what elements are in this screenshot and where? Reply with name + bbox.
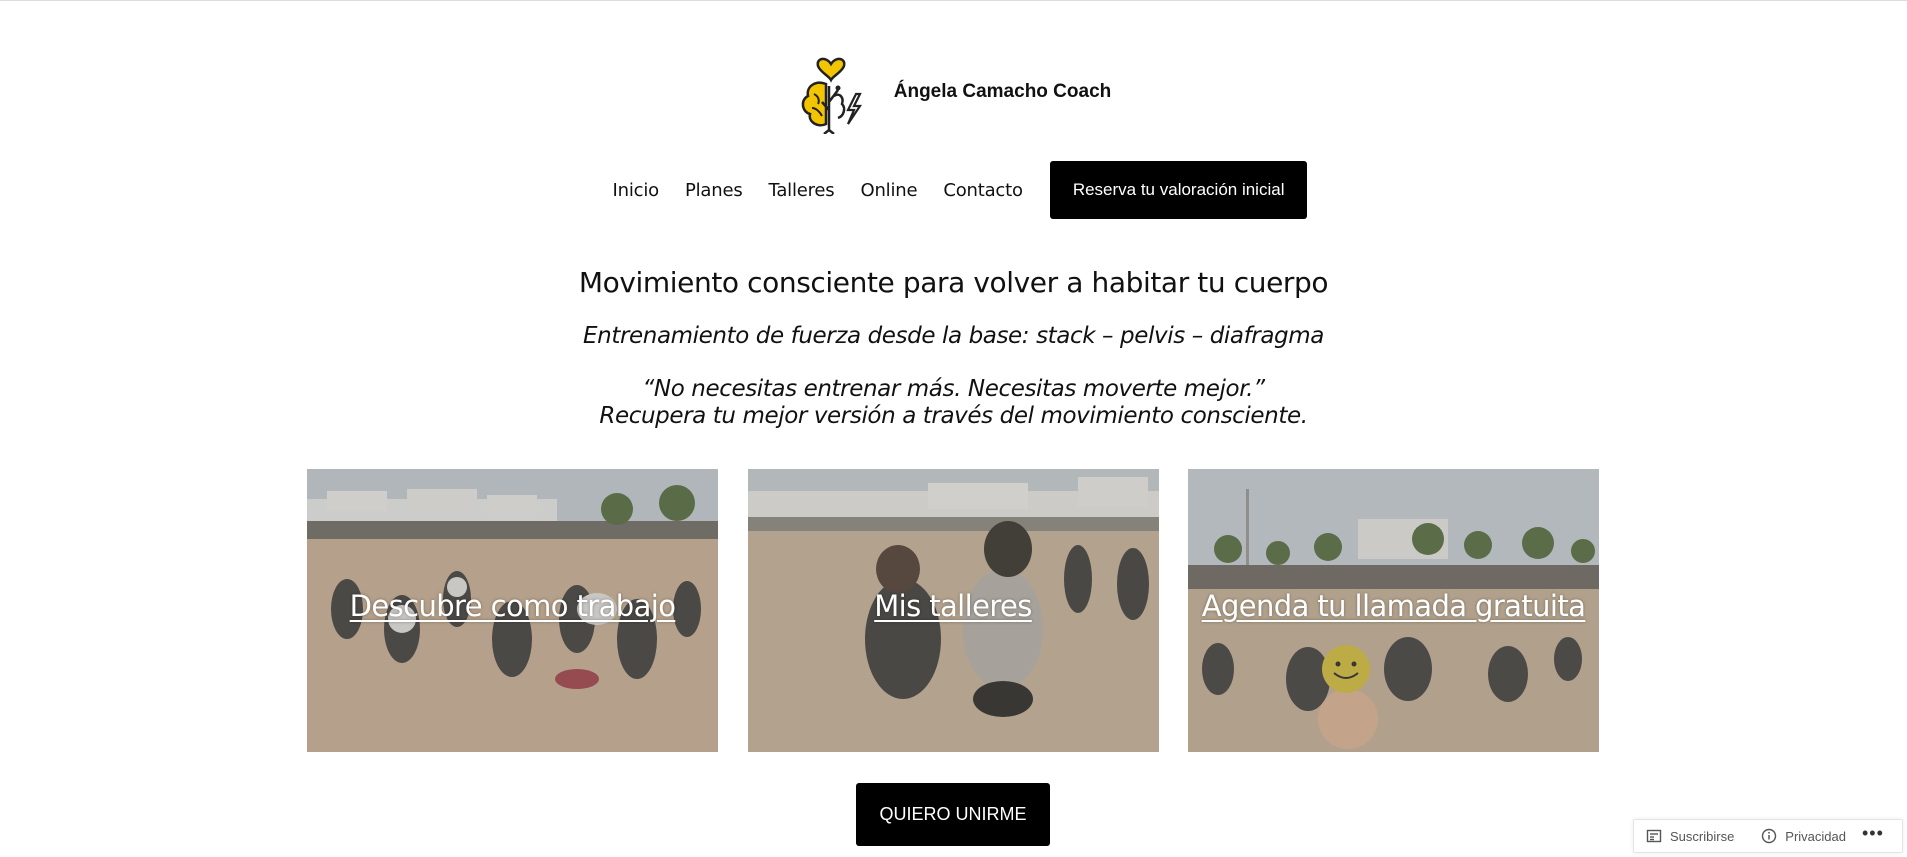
- nav-item-talleres[interactable]: Talleres: [769, 180, 835, 201]
- hero-heading: Movimiento consciente para volver a habi…: [578, 266, 1329, 299]
- nav-item-inicio[interactable]: Inicio: [613, 180, 660, 201]
- site-title[interactable]: Ángela Camacho Coach: [894, 81, 1112, 103]
- reader-icon: [1646, 829, 1662, 843]
- info-icon: [1762, 828, 1777, 844]
- card-descubre[interactable]: Descubre como trabajo: [307, 469, 718, 752]
- subscribe-label: Suscribirse: [1670, 828, 1735, 844]
- nav-item-online[interactable]: Online: [860, 180, 917, 201]
- hero-quote-line-2: Recupera tu mejor versión a través del m…: [599, 403, 1308, 429]
- card-link-talleres[interactable]: Mis talleres: [748, 589, 1159, 623]
- floating-action-bar: Suscribirse Privacidad •••: [1633, 819, 1903, 853]
- join-button[interactable]: QUIERO UNIRME: [856, 783, 1050, 846]
- brain-heart-logo-icon[interactable]: [796, 50, 866, 134]
- hero-section: Movimiento consciente para volver a habi…: [0, 262, 1907, 430]
- subscribe-button[interactable]: Suscribirse: [1646, 828, 1734, 844]
- privacy-button[interactable]: Privacidad: [1761, 828, 1846, 844]
- nav-item-planes[interactable]: Planes: [685, 180, 743, 201]
- top-border: [0, 0, 1907, 1]
- feature-cards: Descubre como trabajo Mis talleres Agend…: [307, 469, 1599, 752]
- card-link-descubre[interactable]: Descubre como trabajo: [307, 589, 718, 623]
- privacy-label: Privacidad: [1785, 828, 1846, 844]
- card-talleres[interactable]: Mis talleres: [747, 469, 1159, 752]
- hero-quote-line-1: “No necesitas entrenar más. Necesitas mo…: [642, 376, 1265, 402]
- page: Ángela Camacho Coach Inicio Planes Talle…: [0, 0, 1907, 857]
- site-header: Ángela Camacho Coach: [0, 50, 1907, 134]
- card-link-llamada[interactable]: Agenda tu llamada gratuita: [1188, 589, 1599, 623]
- book-assessment-button[interactable]: Reserva tu valoración inicial: [1049, 161, 1308, 219]
- hero-quote: “No necesitas entrenar más. Necesitas mo…: [0, 376, 1907, 430]
- more-options-icon[interactable]: •••: [1862, 824, 1884, 844]
- main-nav: Inicio Planes Talleres Online Contacto R…: [0, 161, 1907, 219]
- nav-item-contacto[interactable]: Contacto: [943, 180, 1023, 201]
- card-llamada[interactable]: Agenda tu llamada gratuita: [1188, 469, 1599, 752]
- hero-subheading: Entrenamiento de fuerza desde la base: s…: [583, 323, 1324, 349]
